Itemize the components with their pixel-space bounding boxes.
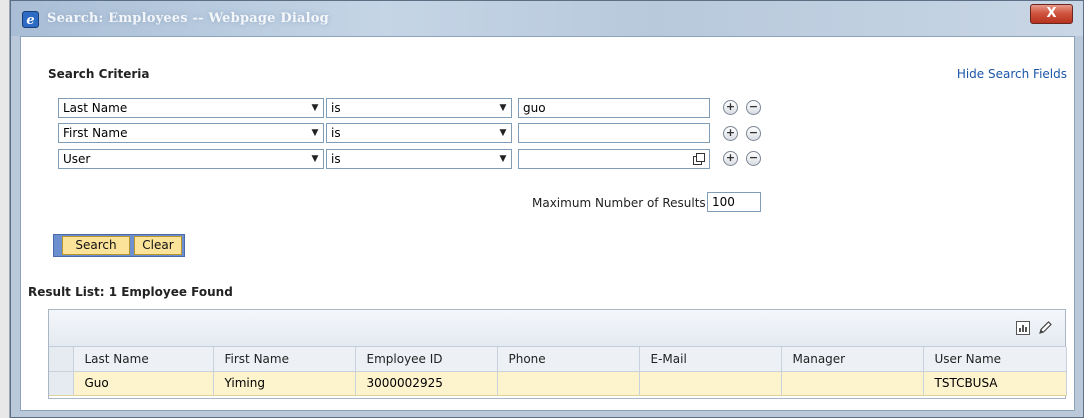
row-selector-header[interactable]	[49, 347, 74, 372]
results-table: Last Name First Name Employee ID Phone E…	[49, 347, 1067, 396]
criteria-operator-value: is	[331, 152, 341, 166]
criteria-value-text: guo	[523, 101, 546, 115]
table-cell: 3000002925	[355, 371, 498, 396]
add-criteria-button[interactable]: +	[723, 100, 738, 115]
remove-criteria-button[interactable]: −	[746, 100, 761, 115]
result-list-title: Result List: 1 Employee Found	[28, 285, 233, 299]
dialog-content: Search Criteria Hide Search Fields Last …	[20, 36, 1075, 411]
add-criteria-button[interactable]: +	[723, 151, 738, 166]
column-header[interactable]: Manager	[781, 347, 924, 372]
search-button[interactable]: Search	[62, 236, 130, 255]
user-value-input[interactable]	[518, 149, 710, 169]
results-toolbar	[49, 310, 1065, 347]
table-cell	[497, 371, 640, 396]
chevron-down-icon: ▼	[307, 124, 323, 142]
criteria-operator-select[interactable]: is ▼	[326, 98, 512, 118]
table-cell: Guo	[73, 371, 214, 396]
max-results-input[interactable]: 100	[707, 192, 761, 212]
search-criteria-title: Search Criteria	[48, 67, 150, 81]
criteria-operator-value: is	[331, 126, 341, 140]
column-header[interactable]: Employee ID	[355, 347, 498, 372]
background-window-edge	[0, 0, 10, 418]
remove-criteria-button[interactable]: −	[746, 151, 761, 166]
row-selector[interactable]	[49, 371, 74, 396]
dialog-titlebar: e Search: Employees -- Webpage Dialog X	[11, 1, 1083, 36]
chevron-down-icon: ▼	[495, 150, 511, 168]
clear-button[interactable]: Clear	[134, 236, 182, 255]
column-header[interactable]: First Name	[213, 347, 356, 372]
column-header[interactable]: User Name	[923, 347, 1067, 372]
chevron-down-icon: ▼	[495, 124, 511, 142]
column-header[interactable]: Phone	[497, 347, 640, 372]
criteria-operator-select[interactable]: is ▼	[326, 123, 512, 143]
add-criteria-button[interactable]: +	[723, 126, 738, 141]
criteria-field-select[interactable]: Last Name ▼	[58, 98, 324, 118]
chart-settings-icon[interactable]	[1015, 320, 1031, 336]
value-help-icon[interactable]	[692, 152, 706, 166]
table-cell: TSTCBUSA	[923, 371, 1067, 396]
dialog-title: Search: Employees -- Webpage Dialog	[47, 11, 329, 26]
criteria-operator-select[interactable]: is ▼	[326, 149, 512, 169]
criteria-field-select[interactable]: User ▼	[58, 149, 324, 169]
column-header[interactable]: Last Name	[73, 347, 214, 372]
table-header-row: Last Name First Name Employee ID Phone E…	[49, 347, 1067, 372]
chevron-down-icon: ▼	[307, 99, 323, 117]
criteria-field-value: User	[63, 152, 91, 166]
table-cell	[781, 371, 924, 396]
criteria-field-value: First Name	[63, 126, 128, 140]
criteria-value-input[interactable]: guo	[518, 98, 710, 118]
ie-icon: e	[22, 11, 39, 28]
remove-criteria-button[interactable]: −	[746, 126, 761, 141]
criteria-operator-value: is	[331, 101, 341, 115]
max-results-value: 100	[712, 195, 735, 209]
criteria-value-input[interactable]	[518, 123, 710, 143]
max-results-label: Maximum Number of Results:	[532, 196, 710, 210]
hide-search-fields-link[interactable]: Hide Search Fields	[957, 67, 1067, 81]
table-row[interactable]: Guo Yiming 3000002925 TSTCBUSA	[49, 371, 1067, 396]
criteria-field-value: Last Name	[63, 101, 128, 115]
results-table-container: Last Name First Name Employee ID Phone E…	[48, 309, 1067, 399]
table-cell	[639, 371, 782, 396]
column-header[interactable]: E-Mail	[639, 347, 782, 372]
search-dialog: e Search: Employees -- Webpage Dialog X …	[10, 0, 1084, 418]
pencil-icon[interactable]	[1037, 320, 1053, 336]
table-cell: Yiming	[213, 371, 356, 396]
search-button-group: Search Clear	[53, 234, 185, 257]
chevron-down-icon: ▼	[495, 99, 511, 117]
chevron-down-icon: ▼	[307, 150, 323, 168]
criteria-field-select[interactable]: First Name ▼	[58, 123, 324, 143]
close-button[interactable]: X	[1030, 4, 1073, 24]
